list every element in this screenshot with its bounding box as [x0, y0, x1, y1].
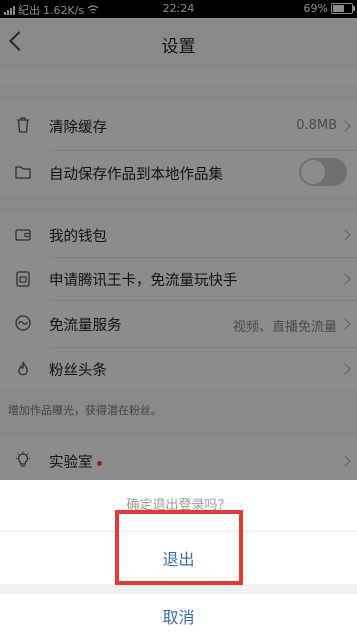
highlight-box: [115, 510, 243, 585]
cancel-button[interactable]: 取消: [0, 594, 357, 639]
watermark: Bai 经验: [306, 618, 353, 632]
sheet-gap: [0, 584, 357, 594]
cancel-button-label: 取消: [162, 608, 195, 627]
settings-screen: 紀出 1.62K/s 22:24 69% 设置 清除缓存 0.8MB 自动保存作…: [0, 0, 357, 639]
